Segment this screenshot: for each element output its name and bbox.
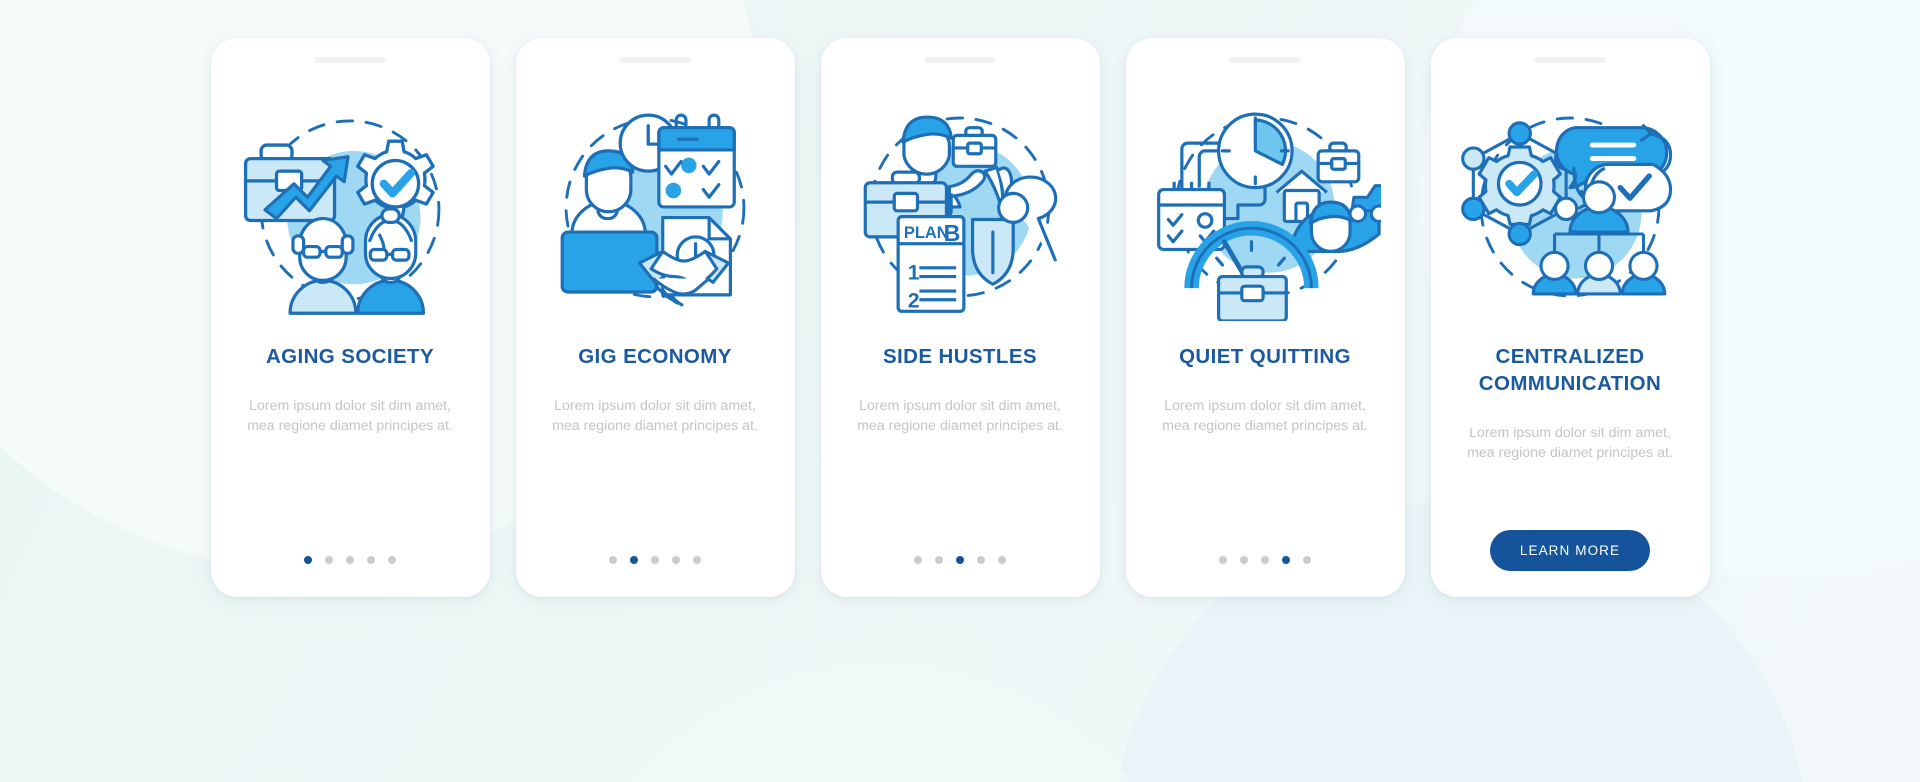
svg-text:1: 1 [908, 260, 920, 284]
phone-speaker-notch [314, 57, 386, 63]
screen-title: GIG ECONOMY [578, 345, 732, 368]
onboarding-screen-quiet-quitting[interactable]: QUIET QUITTING Lorem ipsum dolor sit dim… [1125, 38, 1405, 597]
pagination-dots[interactable] [304, 556, 396, 564]
pagination-dot-5[interactable] [1303, 556, 1311, 564]
pagination-dot-3[interactable] [651, 556, 659, 564]
pagination-dot-4[interactable] [1282, 556, 1290, 564]
screen-title: SIDE HUSTLES [882, 345, 1037, 368]
pagination-dot-4[interactable] [672, 556, 680, 564]
side-hustles-illustration: PLAN B 1 2 [844, 89, 1076, 321]
quiet-quitting-illustration [1149, 89, 1381, 321]
onboarding-screens-row: AGING SOCIETY Lorem ipsum dolor sit dim … [0, 0, 1920, 597]
onboarding-screen-centralized-communication[interactable]: CENTRALIZED COMMUNICATION Lorem ipsum do… [1430, 38, 1710, 597]
gig-economy-illustration [539, 89, 771, 321]
aging-society-illustration [234, 89, 466, 321]
screen-description: Lorem ipsum dolor sit dim amet, mea regi… [552, 398, 758, 435]
pagination-dot-4[interactable] [977, 556, 985, 564]
pagination-dot-1[interactable] [914, 556, 922, 564]
screen-description: Lorem ipsum dolor sit dim amet, mea regi… [1162, 398, 1368, 435]
onboarding-screen-aging-society[interactable]: AGING SOCIETY Lorem ipsum dolor sit dim … [210, 38, 490, 597]
pagination-dot-4[interactable] [367, 556, 375, 564]
pagination-dot-2[interactable] [325, 556, 333, 564]
pagination-dot-2[interactable] [630, 556, 638, 564]
screen-title: AGING SOCIETY [265, 345, 435, 368]
pagination-dot-5[interactable] [693, 556, 701, 564]
screen-description: Lorem ipsum dolor sit dim amet, mea regi… [247, 398, 453, 435]
svg-text:2: 2 [908, 288, 920, 312]
phone-speaker-notch [924, 57, 996, 63]
pagination-dot-1[interactable] [304, 556, 312, 564]
onboarding-screen-gig-economy[interactable]: GIG ECONOMY Lorem ipsum dolor sit dim am… [515, 38, 795, 597]
centralized-communication-illustration [1454, 89, 1686, 321]
pagination-dot-1[interactable] [609, 556, 617, 564]
phone-speaker-notch [619, 57, 691, 63]
svg-text:B: B [944, 220, 961, 246]
background-blob-bottom-center [560, 662, 1200, 782]
onboarding-screen-side-hustles[interactable]: PLAN B 1 2 SIDE HUSTLES Lorem ipsum dolo… [820, 38, 1100, 597]
screen-description: Lorem ipsum dolor sit dim amet, mea regi… [857, 398, 1063, 435]
plan-b-label: PLAN [904, 224, 949, 242]
pagination-dots[interactable] [914, 556, 1006, 564]
learn-more-button[interactable]: LEARN MORE [1489, 530, 1651, 571]
screen-description: Lorem ipsum dolor sit dim amet, mea regi… [1467, 425, 1673, 462]
pagination-dot-3[interactable] [1261, 556, 1269, 564]
pagination-dot-5[interactable] [388, 556, 396, 564]
phone-speaker-notch [1229, 57, 1301, 63]
pagination-dot-3[interactable] [346, 556, 354, 564]
pagination-dot-2[interactable] [935, 556, 943, 564]
pagination-dot-1[interactable] [1219, 556, 1227, 564]
phone-speaker-notch [1534, 57, 1606, 63]
screen-title: QUIET QUITTING [1179, 345, 1351, 368]
pagination-dot-3[interactable] [956, 556, 964, 564]
pagination-dot-2[interactable] [1240, 556, 1248, 564]
pagination-dots[interactable] [609, 556, 701, 564]
pagination-dots[interactable] [1219, 556, 1311, 564]
pagination-dot-5[interactable] [998, 556, 1006, 564]
screen-title: CENTRALIZED COMMUNICATION [1478, 345, 1662, 396]
